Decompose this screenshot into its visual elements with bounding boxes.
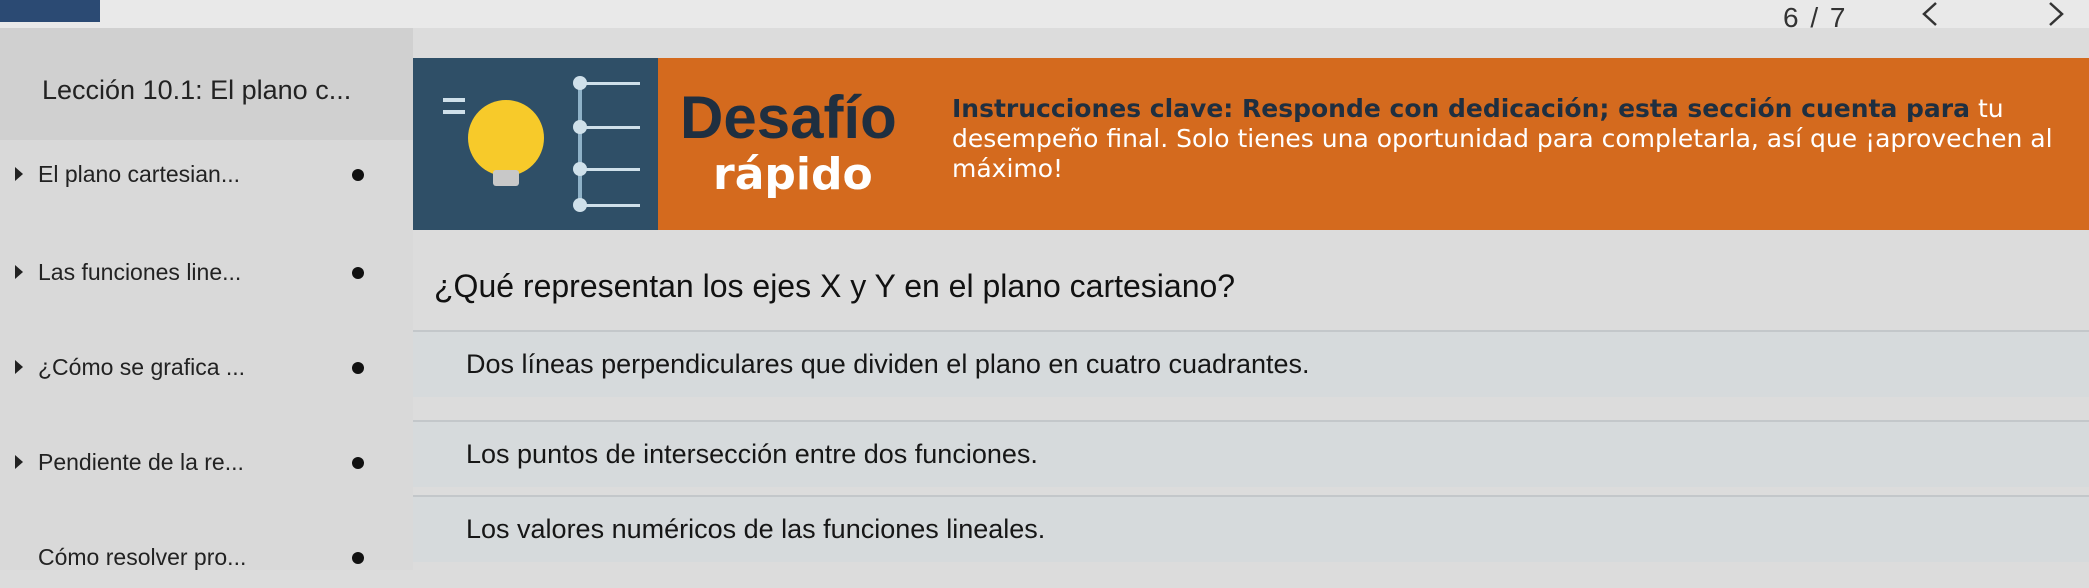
lightbulb-icon xyxy=(468,100,544,176)
instructions-text: Instrucciones clave: Responde con dedica… xyxy=(952,94,2082,184)
challenge-banner: Desafío rápido Instrucciones clave: Resp… xyxy=(413,58,2089,230)
node-link xyxy=(585,204,640,207)
chevron-left-icon xyxy=(1922,2,1937,26)
challenge-subtitle: rápido xyxy=(713,149,873,200)
page-indicator: 6 / 7 xyxy=(1783,2,1848,33)
sidebar-item-como-resolver[interactable]: Cómo resolver pro... xyxy=(0,528,413,588)
progress-dot-icon xyxy=(352,267,364,279)
question-text: ¿Qué representan los ejes X y Y en el pl… xyxy=(434,268,1236,304)
answer-option-text: Los puntos de intersección entre dos fun… xyxy=(466,439,1038,469)
answer-option-text: Dos líneas perpendiculares que dividen e… xyxy=(466,349,1310,379)
sidebar-item-label: El plano cartesian... xyxy=(38,161,241,187)
node-line xyxy=(578,78,582,208)
caret-right-icon xyxy=(15,265,23,279)
sidebar-item-plano-cartesiano[interactable]: El plano cartesian... xyxy=(0,145,413,205)
sidebar-item-pendiente[interactable]: Pendiente de la re... xyxy=(0,433,413,493)
node-link xyxy=(585,82,640,85)
caret-right-icon xyxy=(15,360,23,374)
lesson-header[interactable]: Lección 10.1: El plano c... xyxy=(0,28,413,140)
node-link xyxy=(585,126,640,129)
ray-decoration xyxy=(443,110,465,114)
caret-right-icon xyxy=(15,167,23,181)
next-button[interactable] xyxy=(2034,0,2078,28)
progress-dot-icon xyxy=(352,552,364,564)
caret-right-icon xyxy=(15,455,23,469)
answer-option-text: Los valores numéricos de las funciones l… xyxy=(466,514,1046,544)
banner-illustration xyxy=(413,58,658,230)
answer-option[interactable]: Dos líneas perpendiculares que dividen e… xyxy=(413,330,2089,397)
answer-option[interactable]: Los valores numéricos de las funciones l… xyxy=(413,495,2089,562)
node-link xyxy=(585,168,640,171)
top-accent-bar xyxy=(0,0,100,22)
sidebar-item-label: Las funciones line... xyxy=(38,259,242,285)
previous-button[interactable] xyxy=(1908,0,1952,28)
lightbulb-base xyxy=(493,170,519,186)
progress-dot-icon xyxy=(352,169,364,181)
challenge-title: Desafío xyxy=(680,84,897,151)
top-bar: 6 / 7 xyxy=(0,0,2089,33)
lesson-title: Lección 10.1: El plano c... xyxy=(42,75,352,105)
answer-option[interactable]: Los puntos de intersección entre dos fun… xyxy=(413,420,2089,487)
chevron-right-icon xyxy=(2049,2,2064,26)
sidebar-item-label: Cómo resolver pro... xyxy=(38,544,247,570)
instructions-strong: Instrucciones clave: Responde con dedica… xyxy=(952,94,1971,123)
ray-decoration xyxy=(443,98,465,102)
lesson-sidebar: Lección 10.1: El plano c... El plano car… xyxy=(0,28,413,570)
sidebar-item-label: Pendiente de la re... xyxy=(38,449,244,475)
sidebar-item-label: ¿Cómo se grafica ... xyxy=(38,354,246,380)
sidebar-item-como-se-grafica[interactable]: ¿Cómo se grafica ... xyxy=(0,338,413,398)
progress-dot-icon xyxy=(352,362,364,374)
sidebar-item-funciones-lineales[interactable]: Las funciones line... xyxy=(0,243,413,303)
progress-dot-icon xyxy=(352,457,364,469)
